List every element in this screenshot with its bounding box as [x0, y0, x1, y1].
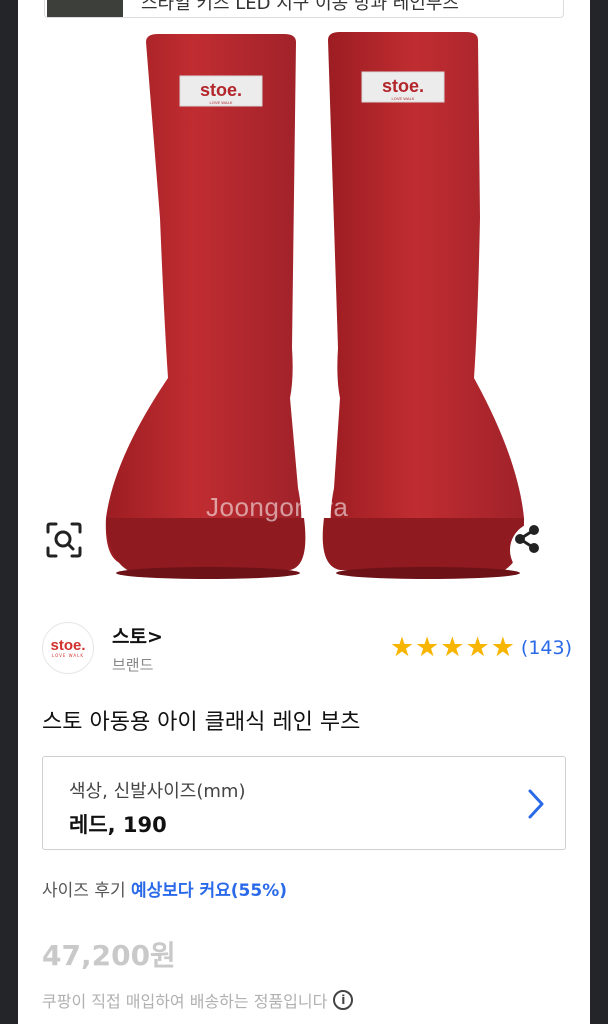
star-icon: ★ [415, 632, 440, 663]
star-icon: ★ [465, 632, 490, 663]
product-page: 스타일 키즈 LED 지구 이동 방과 레인부츠 stoe. LOVE WALK [18, 0, 590, 1024]
right-dark-margin [590, 0, 608, 1024]
review-count-link[interactable]: (143) [521, 637, 572, 659]
product-title: 스토 아동용 아이 클래식 레인 부츠 [42, 710, 361, 735]
star-icon: ★ [389, 632, 415, 663]
rating[interactable]: ★ ★ ★ ★ ★ (143) [389, 634, 572, 661]
svg-text:LOVE WALK: LOVE WALK [392, 96, 415, 101]
svg-text:stoe.: stoe. [382, 76, 424, 96]
banner-text: 스타일 키즈 LED 지구 이동 방과 레인부츠 [141, 0, 459, 14]
left-dark-margin [0, 0, 18, 1024]
brand-type-label: 브랜드 [112, 656, 154, 674]
star-icon: ★ [440, 632, 465, 663]
image-search-button[interactable] [44, 520, 100, 576]
size-review[interactable]: 사이즈 후기 예상보다 커요(55%) [42, 876, 287, 901]
size-review-prefix: 사이즈 후기 [42, 881, 132, 901]
brand-logo[interactable]: stoe. LOVE WALK [42, 622, 94, 674]
share-button[interactable] [510, 522, 566, 578]
star-icon: ★ [490, 632, 515, 663]
size-review-highlight: 예상보다 커요(55%) [131, 881, 288, 901]
option-value: 레드, 190 [69, 813, 167, 837]
right-boot: stoe. LOVE WALK [322, 32, 524, 579]
brand-row: stoe. LOVE WALK 스토> 브랜드 ★ ★ ★ ★ ★ (143) [42, 620, 572, 678]
brand-logo-subtext: LOVE WALK [51, 652, 85, 658]
share-icon [515, 525, 539, 553]
brand-name-link[interactable]: 스토> [112, 622, 163, 649]
option-selector[interactable]: 색상, 신발사이즈(mm) 레드, 190 [42, 756, 566, 850]
notice-text: 쿠팡이 직접 매입하여 배송하는 정품입니다 [42, 992, 328, 1011]
info-icon[interactable]: i [333, 990, 354, 1010]
option-label: 색상, 신발사이즈(mm) [69, 781, 246, 802]
svg-text:LOVE WALK: LOVE WALK [210, 100, 233, 105]
price: 47,200원 [42, 939, 176, 972]
chevron-right-icon [528, 789, 544, 819]
authentic-notice: 쿠팡이 직접 매입하여 배송하는 정품입니다 i [42, 988, 354, 1012]
banner-thumbnail [47, 0, 123, 17]
product-image[interactable]: stoe. LOVE WALK stoe. LOVE WALK Joongona… [18, 18, 590, 598]
related-product-banner[interactable]: 스타일 키즈 LED 지구 이동 방과 레인부츠 [44, 0, 564, 18]
svg-text:stoe.: stoe. [200, 80, 242, 100]
brand-logo-text: stoe. [50, 636, 86, 654]
lens-search-icon [46, 522, 82, 558]
watermark-text: Joongonara [206, 492, 349, 522]
